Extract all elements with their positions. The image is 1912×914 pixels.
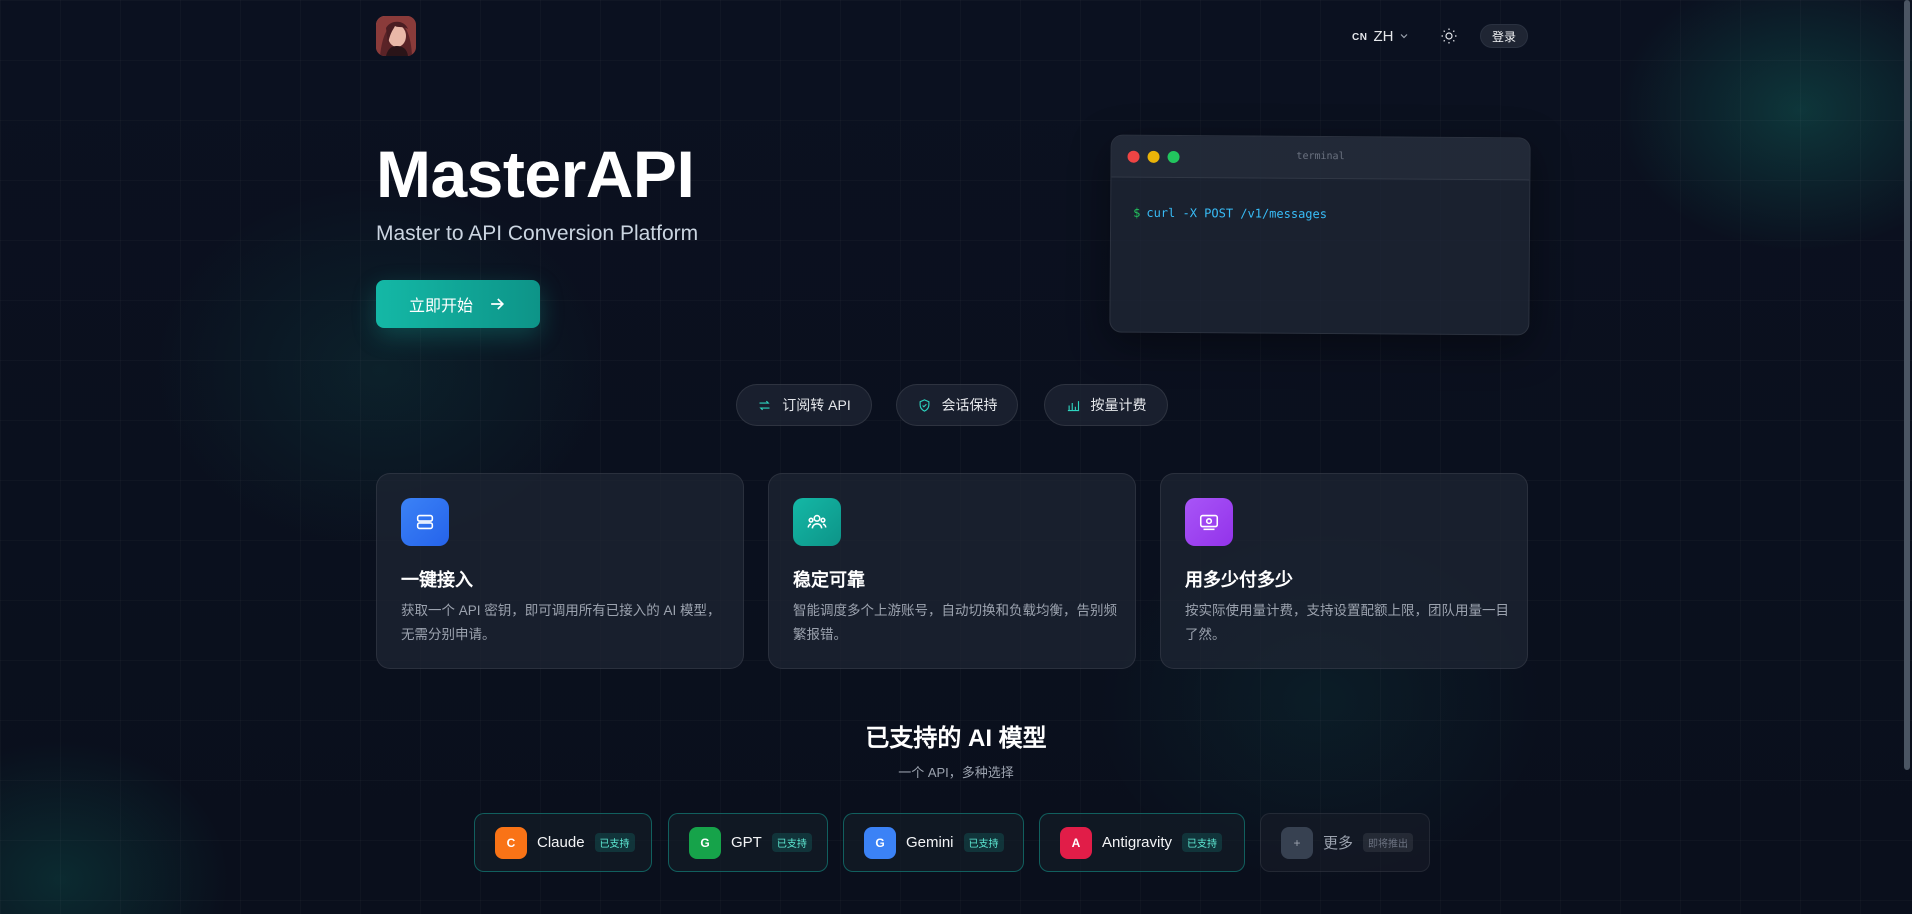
model-name: Gemini — [906, 834, 954, 851]
get-started-button[interactable]: 立即开始 — [376, 280, 540, 328]
antigravity-logo-icon: A — [1060, 826, 1092, 859]
pill-session-keep[interactable]: 会话保持 — [896, 384, 1018, 426]
model-status-badge: 已支持 — [594, 833, 635, 852]
terminal-body: $ curl -X POST /v1/messages — [1111, 178, 1529, 251]
pill-subscription-to-api[interactable]: 订阅转 API — [736, 384, 872, 426]
claude-logo-icon: C — [495, 826, 527, 859]
model-card-more[interactable]: + 更多 即将推出 — [1260, 813, 1430, 872]
feature-card-pay-as-you-go: 用多少付多少 按实际使用量计费，支持设置配额上限，团队用量一目了然。 — [1160, 473, 1528, 669]
wallet-icon — [1199, 514, 1219, 531]
models-section-title: 已支持的 AI 模型 — [865, 725, 1047, 752]
pill-pay-per-use[interactable]: 按量计费 — [1044, 384, 1168, 426]
feature-title: 用多少付多少 — [1185, 570, 1293, 590]
models-section-subtitle: 一个 API，多种选择 — [898, 765, 1014, 780]
feature-description: 按实际使用量计费，支持设置配额上限，团队用量一目了然。 — [1185, 603, 1509, 642]
model-card-gemini[interactable]: G Gemini 已支持 — [843, 813, 1024, 872]
feature-title: 稳定可靠 — [793, 570, 865, 590]
theme-toggle-button[interactable] — [1438, 25, 1460, 47]
pill-label: 按量计费 — [1090, 397, 1147, 413]
terminal-command: curl -X POST /v1/messages — [1146, 205, 1328, 222]
avatar-illustration-icon — [376, 16, 416, 56]
language-flag: CN — [1352, 32, 1368, 43]
hero-title: MasterAPI — [376, 137, 695, 211]
gpt-logo-icon: G — [689, 826, 721, 859]
terminal-prompt: $ — [1133, 205, 1141, 220]
feature-description: 智能调度多个上游账号，自动切换和负载均衡，告别频繁报错。 — [793, 603, 1117, 642]
terminal-titlebar: terminal — [1111, 135, 1530, 181]
pill-label: 订阅转 API — [782, 397, 851, 413]
server-icon — [416, 514, 434, 530]
hero-subtitle: Master to API Conversion Platform — [376, 222, 699, 245]
feature-icon-box — [1185, 498, 1233, 546]
model-name: 更多 — [1323, 835, 1354, 852]
brand-logo[interactable] — [376, 16, 416, 56]
page-scrollbar[interactable] — [1904, 0, 1910, 770]
shield-check-icon — [919, 398, 929, 412]
gemini-logo-icon: G — [864, 826, 896, 859]
pill-label: 会话保持 — [941, 397, 998, 413]
plus-icon: + — [1281, 826, 1313, 859]
model-status-badge: 已支持 — [1182, 833, 1223, 852]
model-name: GPT — [731, 834, 762, 851]
sun-icon — [1441, 28, 1457, 44]
chevron-down-icon — [1401, 34, 1408, 39]
model-card-antigravity[interactable]: A Antigravity 已支持 — [1039, 813, 1245, 872]
bar-chart-icon — [1067, 400, 1079, 411]
arrow-right-icon — [491, 298, 505, 310]
feature-card-reliable: 稳定可靠 智能调度多个上游账号，自动切换和负载均衡，告别频繁报错。 — [768, 473, 1136, 669]
model-card-claude[interactable]: C Claude 已支持 — [474, 813, 652, 872]
swap-icon — [759, 400, 770, 410]
get-started-label: 立即开始 — [408, 298, 473, 315]
feature-description: 获取一个 API 密钥，即可调用所有已接入的 AI 模型，无需分别申请。 — [401, 603, 721, 642]
model-status-badge: 已支持 — [771, 833, 812, 852]
users-icon — [807, 514, 827, 529]
language-code: ZH — [1373, 27, 1394, 45]
feature-icon-box — [401, 498, 449, 546]
feature-icon-box — [793, 498, 841, 546]
model-status-badge: 即将推出 — [1363, 833, 1414, 852]
model-name: Antigravity — [1102, 834, 1173, 851]
login-button[interactable]: 登录 — [1480, 24, 1528, 48]
model-card-gpt[interactable]: G GPT 已支持 — [668, 813, 828, 872]
feature-card-one-click: 一键接入 获取一个 API 密钥，即可调用所有已接入的 AI 模型，无需分别申请… — [376, 473, 744, 669]
feature-title: 一键接入 — [401, 570, 473, 590]
model-status-badge: 已支持 — [963, 833, 1004, 852]
language-switcher[interactable]: CN ZH — [1352, 24, 1409, 48]
terminal-window: terminal $ curl -X POST /v1/messages — [1109, 134, 1531, 336]
model-name: Claude — [537, 834, 585, 851]
